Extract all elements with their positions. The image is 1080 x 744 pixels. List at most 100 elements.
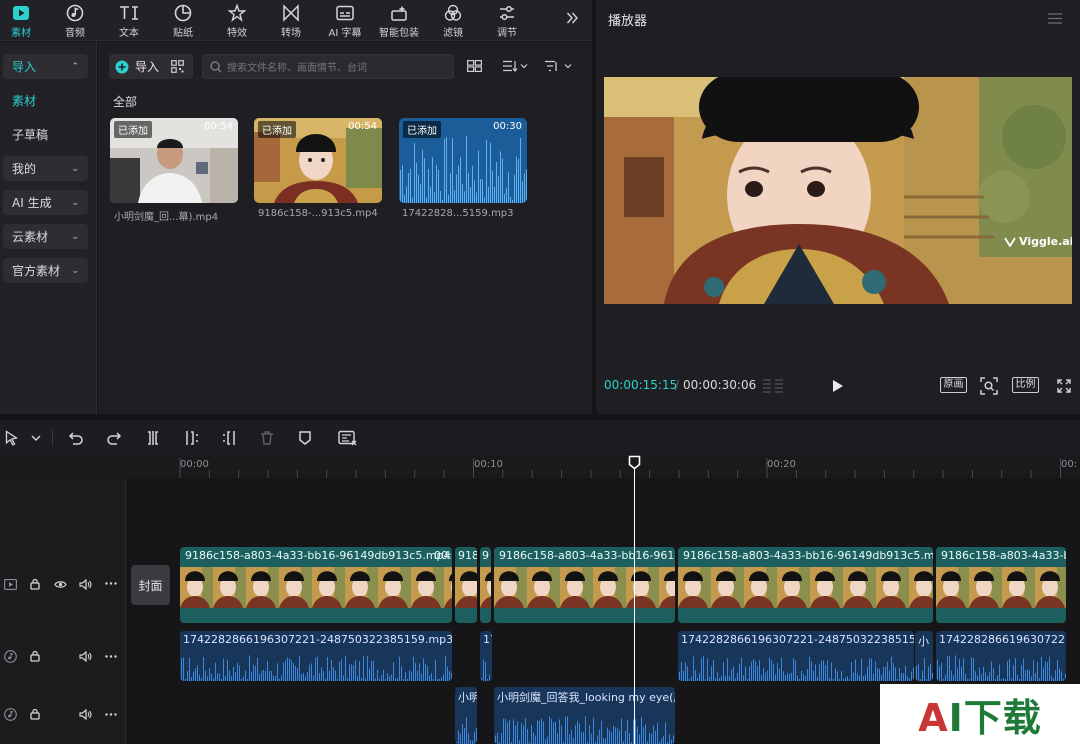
playhead-handle-icon[interactable] — [628, 455, 641, 470]
filmstrip — [936, 567, 1066, 608]
audio-clip[interactable]: 小明 — [455, 687, 477, 744]
caption-tool-icon[interactable] — [338, 430, 358, 446]
logo-rest: I下载 — [948, 695, 1042, 740]
smart-pack-icon — [389, 3, 409, 23]
audio-clip[interactable]: 17 — [480, 631, 492, 681]
chevron-up-icon: ⌃ — [71, 61, 79, 72]
effects-star-icon — [227, 3, 247, 23]
sidebar-item-ai-generate[interactable]: AI 生成 ⌄ — [3, 190, 88, 215]
tab-effects[interactable]: 特效 — [211, 0, 263, 41]
audio-clip[interactable]: 1742282866196307221-248750322385159.mp3 — [180, 631, 452, 681]
filmstrip — [455, 567, 477, 608]
media-item[interactable]: 已添加 00:30 — [399, 118, 527, 203]
toolbar-divider — [52, 430, 53, 446]
split-icon[interactable] — [145, 430, 161, 446]
chevron-down-icon[interactable] — [31, 435, 41, 442]
tab-transition[interactable]: 转场 — [265, 0, 317, 41]
video-preview[interactable]: Viggle.ai — [604, 77, 1072, 304]
viggle-logo-icon — [1004, 237, 1016, 247]
qr-code-icon[interactable] — [171, 60, 184, 73]
tab-smart-pack[interactable]: 智能包装 — [373, 0, 425, 41]
time-separator: / — [675, 378, 680, 392]
trim-right-icon[interactable] — [221, 430, 237, 446]
lock-icon[interactable] — [30, 650, 40, 662]
undo-icon[interactable] — [68, 430, 84, 446]
tab-filter[interactable]: 滤镜 — [427, 0, 479, 41]
video-clip[interactable]: 9186c158-a803-4a33-bb — [936, 547, 1066, 623]
track-headers — [0, 478, 126, 744]
video-clip[interactable]: 9186c158-a803-4a33-bb16-96149db913c5.mp4 — [678, 547, 933, 623]
tab-sticker[interactable]: 贴纸 — [157, 0, 209, 41]
media-item[interactable]: 已添加 00:54 — [254, 118, 382, 203]
tab-ai-subtitle[interactable]: AI 字幕 — [319, 0, 371, 41]
video-clip[interactable]: 9 — [480, 547, 491, 623]
lock-icon[interactable] — [30, 578, 40, 590]
watermark: Viggle.ai — [1004, 235, 1072, 248]
audio-clip[interactable]: 小明剑魔_回答我_looking my eye(原音 — [494, 687, 675, 744]
sidebar-item-subdraft[interactable]: 子草稿 — [3, 122, 88, 147]
section-label-all: 全部 — [113, 95, 138, 109]
sidebar-item-mine[interactable]: 我的 ⌄ — [3, 156, 88, 181]
ai-download-logo: AI下载 — [880, 684, 1080, 744]
redo-icon[interactable] — [106, 430, 122, 446]
double-chevron-right-icon[interactable] — [566, 11, 578, 25]
waveform-toggle-icon[interactable] — [762, 378, 784, 394]
trim-left-icon[interactable] — [184, 430, 200, 446]
logo-letter-a: A — [918, 695, 949, 740]
import-button[interactable]: 导入 — [109, 54, 193, 79]
speaker-icon[interactable] — [79, 651, 92, 662]
ai-subtitle-icon — [335, 3, 355, 23]
speaker-icon[interactable] — [79, 709, 92, 720]
search-input[interactable]: 搜索文件名称、画面情节、台词 — [202, 54, 454, 79]
fullscreen-icon[interactable] — [1057, 379, 1071, 393]
more-options-icon[interactable] — [105, 582, 117, 585]
sidebar-item-import[interactable]: 导入 ⌃ — [3, 54, 88, 79]
hamburger-menu-icon[interactable] — [1048, 13, 1062, 24]
audio-waveform — [481, 659, 492, 681]
video-clip[interactable]: 9186c158-a803-4a33-bb16-96149 — [494, 547, 675, 623]
tab-adjust[interactable]: 调节 — [481, 0, 533, 41]
sort-menu-icon[interactable] — [502, 60, 528, 72]
more-options-icon[interactable] — [105, 713, 117, 716]
filmstrip — [678, 567, 933, 608]
marker-icon[interactable] — [298, 430, 312, 446]
select-cursor-icon[interactable] — [5, 430, 19, 446]
lock-icon[interactable] — [30, 708, 40, 720]
play-icon[interactable] — [832, 379, 844, 393]
speaker-icon[interactable] — [79, 579, 92, 590]
delete-icon[interactable] — [259, 430, 275, 446]
tab-text[interactable]: 文本 — [103, 0, 155, 41]
filter-menu-icon[interactable] — [544, 60, 572, 72]
playhead[interactable] — [634, 463, 635, 744]
audio-clip[interactable]: 1742282866196307221-24 — [936, 631, 1066, 681]
sidebar-item-cloud[interactable]: 云素材 ⌄ — [3, 224, 88, 249]
media-item[interactable]: 已添加 00:54 — [110, 118, 238, 203]
media-icon — [11, 3, 31, 23]
video-track-icon — [4, 579, 17, 590]
sidebar-item-official[interactable]: 官方素材 ⌄ — [3, 258, 88, 283]
adjust-icon — [497, 3, 517, 23]
tab-audio[interactable]: 音频 — [49, 0, 101, 41]
original-quality-button[interactable]: 原画 — [940, 377, 967, 393]
grid-view-icon[interactable] — [467, 60, 482, 72]
filmstrip — [480, 567, 491, 608]
video-clip[interactable]: 918 — [455, 547, 477, 623]
audio-clip[interactable]: 1742282866196307221-248750322385159.mp — [678, 631, 914, 681]
eye-icon[interactable] — [54, 580, 67, 589]
ruler-ticks — [179, 458, 1061, 478]
ruler-label: 00: — [1061, 459, 1078, 470]
player-panel: 播放器 Viggle.ai 00:00:15:15 / 00:00:30:06 … — [596, 0, 1080, 414]
audio-waveform — [495, 716, 674, 744]
video-clip[interactable]: 9186c158-a803-4a33-bb16-96149db913c5.mp4… — [180, 547, 452, 623]
cover-button[interactable]: 封面 — [131, 565, 170, 605]
zoom-fit-icon[interactable] — [980, 377, 998, 395]
audio-clip[interactable]: 小 — [915, 631, 933, 681]
timeline-ruler[interactable]: 00:00 00:10 00:20 00: — [0, 456, 1080, 478]
aspect-ratio-button[interactable]: 比例 — [1012, 377, 1039, 393]
sidebar-item-media[interactable]: 素材 — [3, 88, 88, 113]
ruler-label: 00:10 — [474, 459, 503, 470]
media-item-name: 17422828...5159.mp3 — [402, 208, 514, 219]
tab-media[interactable]: 素材 — [0, 0, 47, 41]
more-options-icon[interactable] — [105, 655, 117, 658]
search-icon — [210, 60, 222, 73]
